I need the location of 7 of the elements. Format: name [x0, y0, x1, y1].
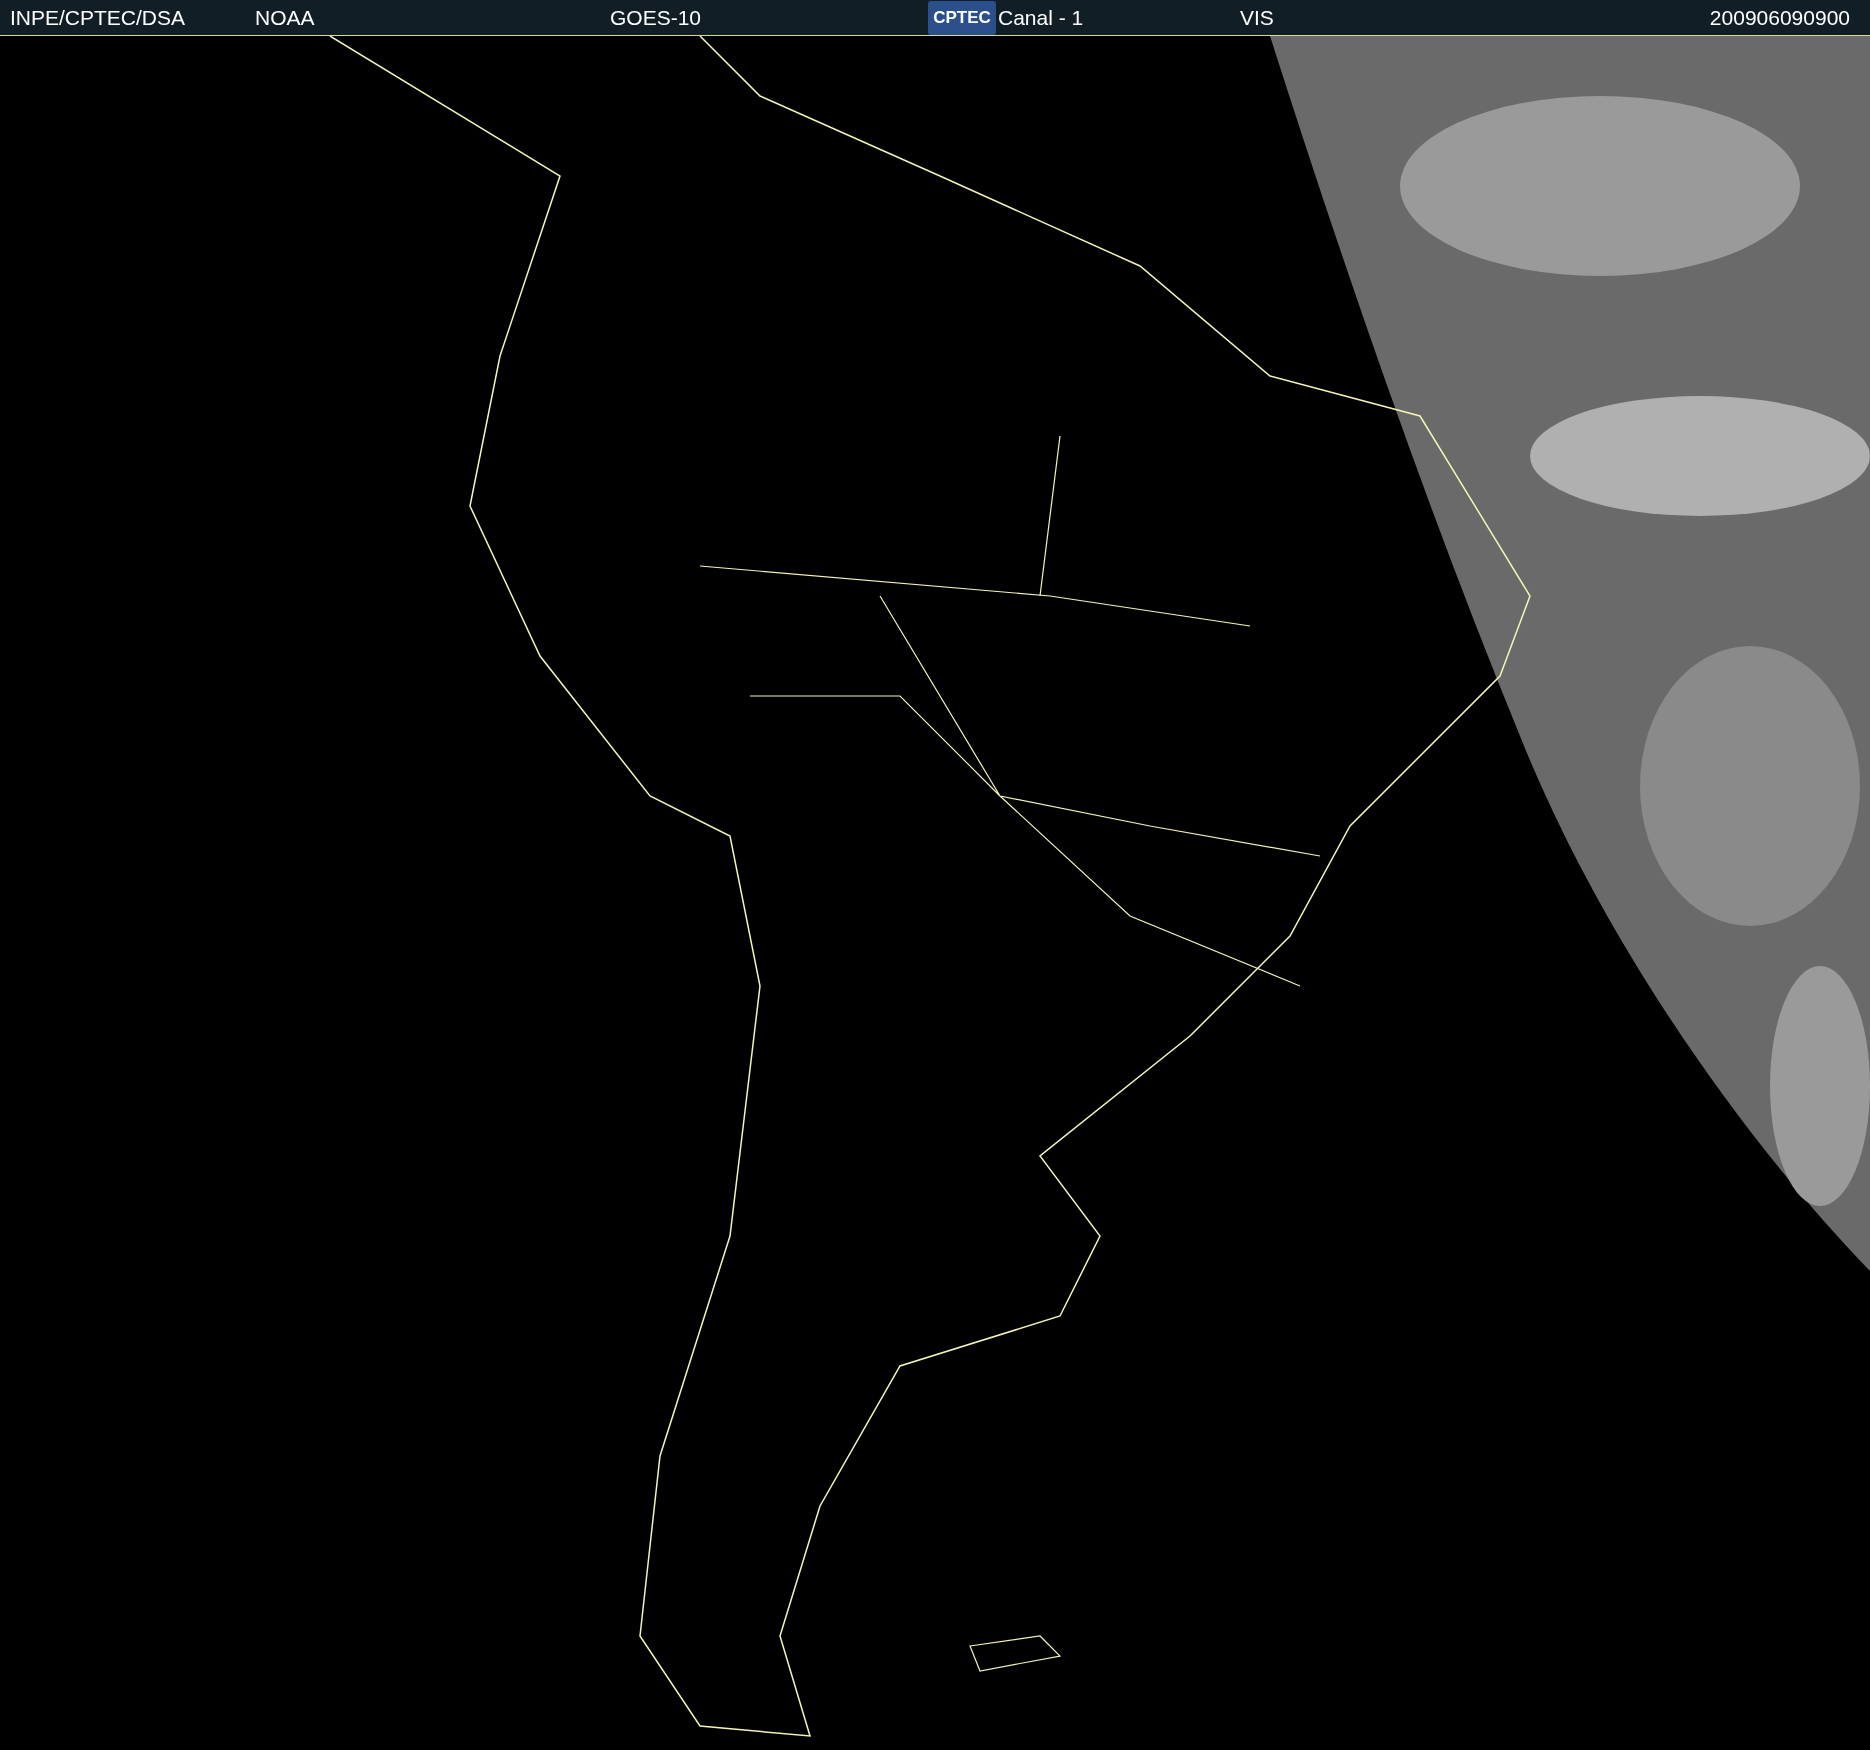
band-label: VIS [1240, 5, 1275, 30]
agency-label: NOAA [255, 5, 316, 30]
channel-label: Canal - 1 [998, 5, 1085, 30]
satellite-label: GOES-10 [610, 5, 703, 30]
timestamp-label: 200906090900 [1709, 5, 1850, 30]
logo: CPTEC [928, 0, 996, 35]
source-label: INPE/CPTEC/DSA [10, 5, 187, 30]
